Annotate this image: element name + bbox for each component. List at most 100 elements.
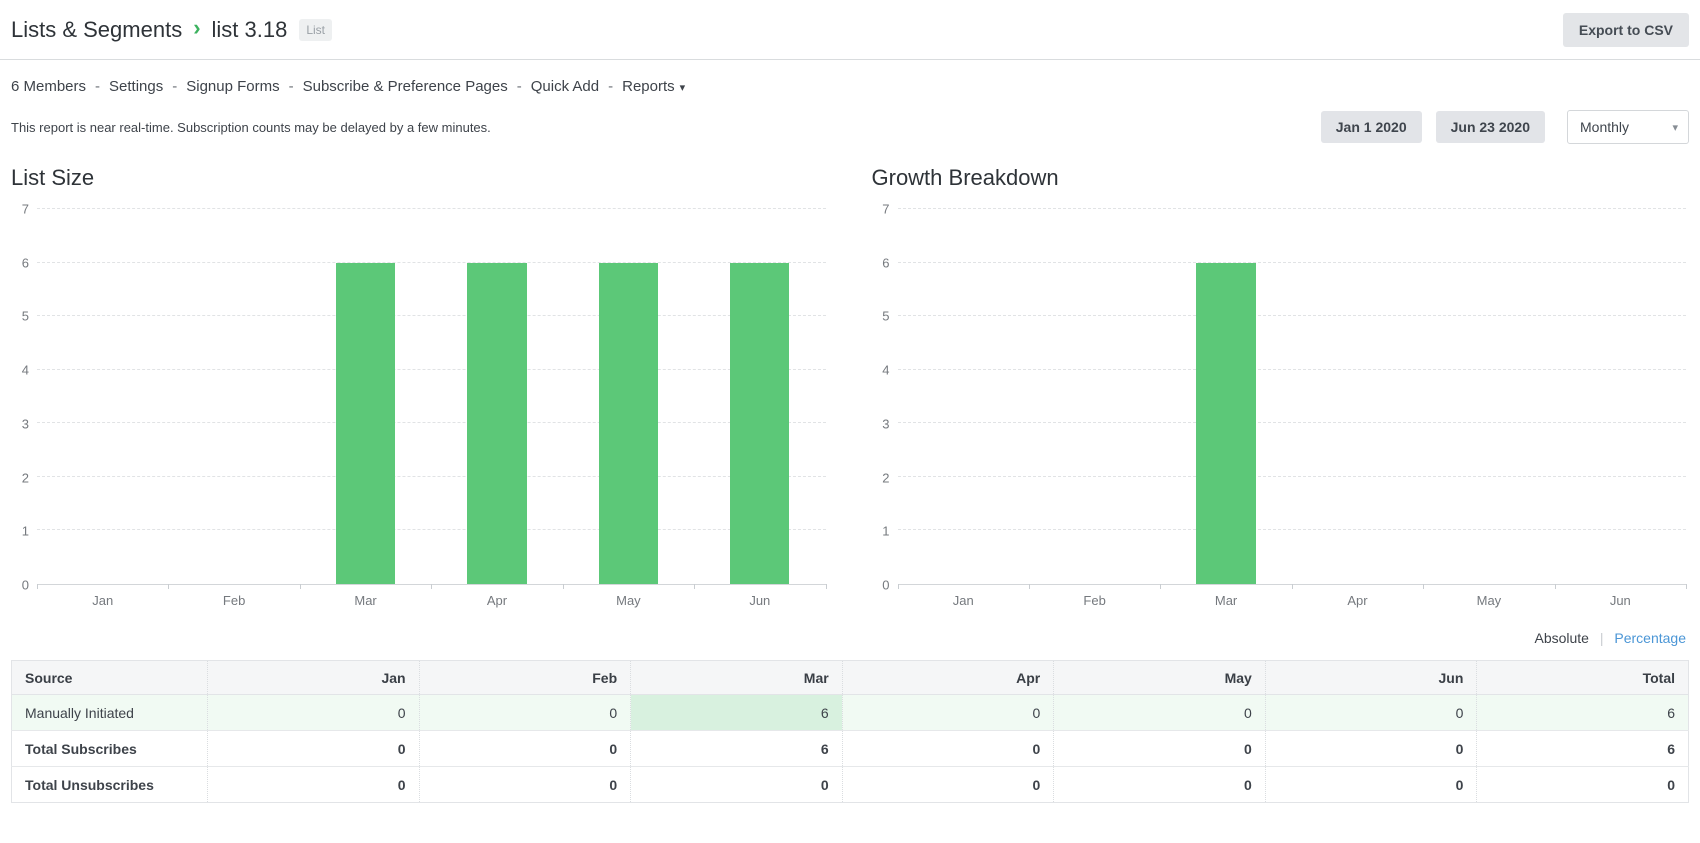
bar-slot-apr bbox=[1292, 209, 1423, 584]
cell-total: 0 bbox=[1477, 767, 1689, 803]
x-axis-tick bbox=[1160, 584, 1161, 589]
row-label: Manually Initiated bbox=[12, 695, 208, 731]
cell-feb: 0 bbox=[419, 731, 631, 767]
date-range-controls: Jan 1 2020 Jun 23 2020 Monthly ▾ bbox=[1321, 110, 1689, 144]
x-axis-tick bbox=[168, 584, 169, 589]
y-axis-tick-label: 0 bbox=[22, 578, 29, 593]
y-axis-tick-label: 1 bbox=[882, 524, 889, 539]
cell-jun: 0 bbox=[1265, 731, 1477, 767]
chevron-down-icon: ▾ bbox=[1672, 121, 1678, 134]
nav-separator: - bbox=[95, 78, 100, 95]
page-header: Lists & Segments › list 3.18 List Export… bbox=[0, 0, 1700, 60]
growth-breakdown-chart: Growth Breakdown 01234567JanFebMarAprMay… bbox=[872, 163, 1687, 608]
x-axis-tick-label: Jun bbox=[1555, 593, 1686, 608]
x-axis-tick-label: May bbox=[1423, 593, 1554, 608]
y-axis-tick-label: 4 bbox=[882, 363, 889, 378]
end-date-button[interactable]: Jun 23 2020 bbox=[1436, 111, 1545, 143]
cell-jan: 0 bbox=[208, 767, 420, 803]
y-axis-tick-label: 6 bbox=[882, 255, 889, 270]
report-info-row: This report is near real-time. Subscript… bbox=[0, 111, 1700, 143]
table-header-row: SourceJanFebMarAprMayJunTotal bbox=[12, 661, 1689, 695]
bar-slot-apr bbox=[431, 209, 562, 584]
chart-title: Growth Breakdown bbox=[872, 163, 1687, 193]
x-axis-tick-label: Apr bbox=[1292, 593, 1423, 608]
nav-separator: - bbox=[517, 78, 522, 95]
cell-feb: 0 bbox=[419, 695, 631, 731]
nav-item-reports[interactable]: Reports▾ bbox=[622, 78, 685, 95]
nav-separator: - bbox=[289, 78, 294, 95]
y-axis-tick-label: 5 bbox=[22, 309, 29, 324]
page-title: list 3.18 bbox=[212, 17, 288, 43]
breadcrumb-chevron-icon: › bbox=[192, 17, 201, 42]
bar-slot-jun bbox=[694, 209, 825, 584]
cell-mar: 6 bbox=[631, 695, 843, 731]
bar-slot-mar bbox=[1160, 209, 1291, 584]
cell-total: 6 bbox=[1477, 731, 1689, 767]
bars-layer bbox=[898, 209, 1687, 584]
x-axis-tick bbox=[300, 584, 301, 589]
cell-total: 6 bbox=[1477, 695, 1689, 731]
growth-breakdown-chart-plot: 01234567JanFebMarAprMayJun bbox=[872, 209, 1687, 608]
x-axis-tick bbox=[1029, 584, 1030, 589]
nav-item-signup-forms[interactable]: Signup Forms bbox=[186, 78, 279, 95]
column-header-jun: Jun bbox=[1265, 661, 1477, 695]
bar-apr bbox=[467, 263, 526, 584]
cell-feb: 0 bbox=[419, 767, 631, 803]
nav-separator: - bbox=[172, 78, 177, 95]
cell-jun: 0 bbox=[1265, 767, 1477, 803]
table-row: Manually Initiated0060006 bbox=[12, 695, 1689, 731]
table-row: Total Subscribes0060006 bbox=[12, 731, 1689, 767]
row-label: Total Subscribes bbox=[12, 731, 208, 767]
nav-item-quick-add[interactable]: Quick Add bbox=[531, 78, 599, 95]
cell-apr: 0 bbox=[842, 695, 1054, 731]
x-axis-tick-label: Mar bbox=[300, 593, 431, 608]
bar-may bbox=[599, 263, 658, 584]
bar-slot-may bbox=[563, 209, 694, 584]
bars-layer bbox=[37, 209, 826, 584]
y-axis-tick-label: 2 bbox=[22, 470, 29, 485]
list-size-chart-plot: 01234567JanFebMarAprMayJun bbox=[11, 209, 826, 608]
x-axis-tick bbox=[826, 584, 827, 589]
y-axis-tick-label: 7 bbox=[22, 202, 29, 217]
column-header-jan: Jan bbox=[208, 661, 420, 695]
nav-item-settings[interactable]: Settings bbox=[109, 78, 163, 95]
growth-breakdown-table: SourceJanFebMarAprMayJunTotal Manually I… bbox=[11, 660, 1689, 803]
x-axis-tick-label: Jan bbox=[37, 593, 168, 608]
interval-select-value: Monthly bbox=[1580, 119, 1629, 135]
y-axis-tick-label: 6 bbox=[22, 255, 29, 270]
x-axis-labels: JanFebMarAprMayJun bbox=[11, 593, 826, 608]
nav-item-subscribe-preference-pages[interactable]: Subscribe & Preference Pages bbox=[303, 78, 508, 95]
x-axis-tick-label: Mar bbox=[1160, 593, 1291, 608]
realtime-notice: This report is near real-time. Subscript… bbox=[11, 120, 491, 135]
x-axis-tick-label: Feb bbox=[168, 593, 299, 608]
y-axis-tick-label: 3 bbox=[882, 416, 889, 431]
value-mode-toggle: Absolute | Percentage bbox=[0, 630, 1700, 650]
cell-may: 0 bbox=[1054, 731, 1266, 767]
cell-apr: 0 bbox=[842, 731, 1054, 767]
x-axis-tick bbox=[1292, 584, 1293, 589]
x-axis-tick bbox=[563, 584, 564, 589]
interval-select[interactable]: Monthly ▾ bbox=[1567, 110, 1689, 144]
toggle-percentage-link[interactable]: Percentage bbox=[1614, 630, 1686, 646]
cell-apr: 0 bbox=[842, 767, 1054, 803]
start-date-button[interactable]: Jan 1 2020 bbox=[1321, 111, 1422, 143]
bar-mar bbox=[1196, 263, 1255, 584]
y-axis-tick-label: 3 bbox=[22, 416, 29, 431]
bar-mar bbox=[336, 263, 395, 584]
toggle-separator: | bbox=[1600, 630, 1604, 646]
growth-table-wrap: SourceJanFebMarAprMayJunTotal Manually I… bbox=[11, 660, 1689, 803]
bar-slot-feb bbox=[168, 209, 299, 584]
list-type-badge: List bbox=[299, 19, 332, 41]
export-to-csv-button[interactable]: Export to CSV bbox=[1563, 13, 1689, 47]
plot-area bbox=[37, 209, 826, 585]
column-header-source: Source bbox=[12, 661, 208, 695]
report-page: Lists & Segments › list 3.18 List Export… bbox=[0, 0, 1700, 843]
column-header-feb: Feb bbox=[419, 661, 631, 695]
toggle-absolute[interactable]: Absolute bbox=[1534, 630, 1588, 646]
column-header-apr: Apr bbox=[842, 661, 1054, 695]
cell-may: 0 bbox=[1054, 695, 1266, 731]
nav-item-members[interactable]: 6 Members bbox=[11, 78, 86, 95]
y-axis-tick-label: 5 bbox=[882, 309, 889, 324]
breadcrumb-lists-segments-link[interactable]: Lists & Segments bbox=[11, 17, 182, 43]
list-subnav: 6 Members-Settings-Signup Forms-Subscrib… bbox=[0, 60, 1700, 95]
